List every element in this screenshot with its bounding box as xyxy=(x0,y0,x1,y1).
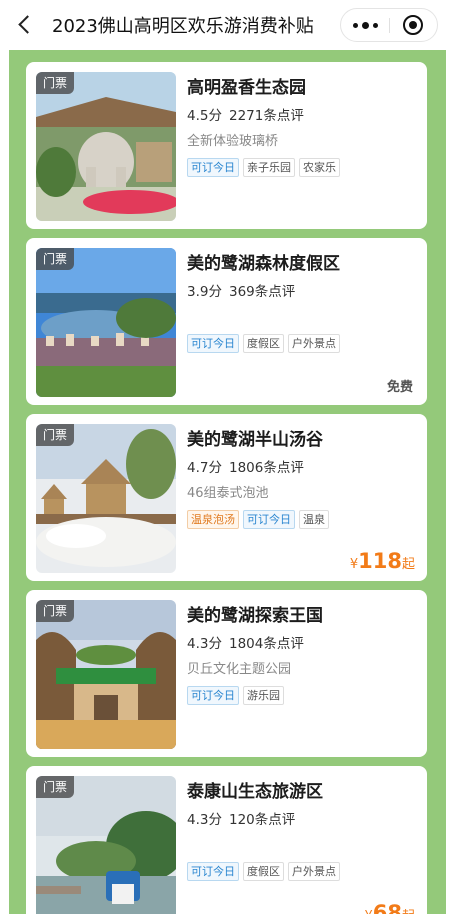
review-count: 369条点评 xyxy=(228,284,296,300)
rating-line: 4.5分 2271条点评 xyxy=(187,106,419,126)
capsule-divider xyxy=(389,18,390,33)
attraction-card[interactable]: 门票 高明盈香生态园 4.5分 2271条点评 全新体验玻璃桥 可订今日 亲子乐园… xyxy=(26,62,427,229)
price-label: ¥68起 xyxy=(364,901,415,914)
rating-line: 4.7分 1806条点评 xyxy=(187,458,419,478)
attraction-card[interactable]: 门票 美的鹭湖探索王国 4.3分 1804条点评 贝丘文化主题公园 可订今日 游乐… xyxy=(26,590,427,757)
tag-category: 度假区 xyxy=(243,334,284,353)
tag-book-today: 可订今日 xyxy=(187,158,239,177)
review-count: 120条点评 xyxy=(228,812,296,828)
rating-score: 3.9分 xyxy=(187,284,222,300)
rating-score: 4.3分 xyxy=(187,636,222,652)
attraction-name: 美的鹭湖探索王国 xyxy=(187,606,323,626)
rating-line: 3.9分 369条点评 xyxy=(187,282,419,302)
attraction-list: 门票 高明盈香生态园 4.5分 2271条点评 全新体验玻璃桥 可订今日 亲子乐园… xyxy=(9,50,446,914)
price-value: 118 xyxy=(358,549,402,573)
tag-row: 可订今日 亲子乐园 农家乐 xyxy=(187,158,419,177)
back-arrow-icon[interactable] xyxy=(14,13,38,37)
attraction-name: 高明盈香生态园 xyxy=(187,78,306,98)
rating-score: 4.7分 xyxy=(187,460,222,476)
page-title: 2023佛山高明区欢乐游消费补贴 xyxy=(52,16,314,37)
ticket-badge: 门票 xyxy=(36,72,75,94)
review-count: 1806条点评 xyxy=(228,460,304,476)
attraction-photo: 门票 xyxy=(36,600,176,749)
review-count: 2271条点评 xyxy=(228,108,304,124)
tag-book-today: 可订今日 xyxy=(187,686,239,705)
rating-line: 4.3分 120条点评 xyxy=(187,810,419,830)
tag-hot-spring: 温泉泡汤 xyxy=(187,510,239,529)
rating-score: 4.3分 xyxy=(187,812,222,828)
tag-category: 度假区 xyxy=(243,862,284,881)
tag-row: 可订今日 游乐园 xyxy=(187,686,419,705)
tag-row: 温泉泡汤 可订今日 温泉 xyxy=(187,510,419,529)
ticket-badge: 门票 xyxy=(36,248,75,270)
currency-symbol: ¥ xyxy=(364,909,372,914)
tag-category: 温泉 xyxy=(299,510,329,529)
tag-row: 可订今日 度假区 户外景点 xyxy=(187,862,419,881)
feature-text: 46组泰式泡池 xyxy=(187,486,269,501)
tag-category: 亲子乐园 xyxy=(243,158,295,177)
price-value: 68 xyxy=(372,901,402,914)
currency-symbol: ¥ xyxy=(349,557,359,572)
attraction-name: 泰康山生态旅游区 xyxy=(187,782,323,802)
attraction-photo: 门票 xyxy=(36,776,176,914)
rating-score: 4.5分 xyxy=(187,108,222,124)
more-options-icon[interactable] xyxy=(341,9,389,41)
feature-text: 贝丘文化主题公园 xyxy=(187,662,292,677)
ticket-badge: 门票 xyxy=(36,424,75,446)
tag-book-today: 可订今日 xyxy=(243,510,295,529)
tag-category: 户外景点 xyxy=(288,862,340,881)
feature-text xyxy=(187,836,419,855)
attraction-name: 美的鹭湖半山汤谷 xyxy=(187,430,323,450)
attraction-photo: 门票 xyxy=(36,248,176,397)
price-suffix: 起 xyxy=(401,557,415,572)
tag-category: 农家乐 xyxy=(299,158,340,177)
tag-book-today: 可订今日 xyxy=(187,334,239,353)
tag-row: 可订今日 度假区 户外景点 xyxy=(187,334,419,353)
feature-text xyxy=(187,308,419,327)
attraction-photo: 门票 xyxy=(36,72,176,221)
attraction-card[interactable]: 门票 泰康山生态旅游区 4.3分 120条点评 可订今日 度假区 户外景点 ¥68… xyxy=(26,766,427,914)
tag-category: 游乐园 xyxy=(243,686,284,705)
close-target-icon[interactable] xyxy=(403,15,423,35)
rating-line: 4.3分 1804条点评 xyxy=(187,634,419,654)
tag-category: 户外景点 xyxy=(288,334,340,353)
ticket-badge: 门票 xyxy=(36,600,75,622)
free-label: 免费 xyxy=(386,380,413,395)
price-suffix: 起 xyxy=(402,909,415,914)
ticket-badge: 门票 xyxy=(36,776,75,798)
tag-book-today: 可订今日 xyxy=(187,862,239,881)
feature-text: 全新体验玻璃桥 xyxy=(187,134,279,149)
attraction-photo: 门票 xyxy=(36,424,176,573)
price-label: ¥118起 xyxy=(350,549,415,573)
miniprogram-capsule xyxy=(340,8,438,42)
attraction-name: 美的鹭湖森林度假区 xyxy=(187,254,340,274)
attraction-card[interactable]: 门票 美的鹭湖半山汤谷 4.7分 1806条点评 46组泰式泡池 温泉泡汤 可订今… xyxy=(26,414,427,581)
top-navigation-bar: 2023佛山高明区欢乐游消费补贴 xyxy=(0,0,456,50)
review-count: 1804条点评 xyxy=(228,636,304,652)
attraction-card[interactable]: 门票 美的鹭湖森林度假区 3.9分 369条点评 可订今日 度假区 户外景点 免费 xyxy=(26,238,427,405)
